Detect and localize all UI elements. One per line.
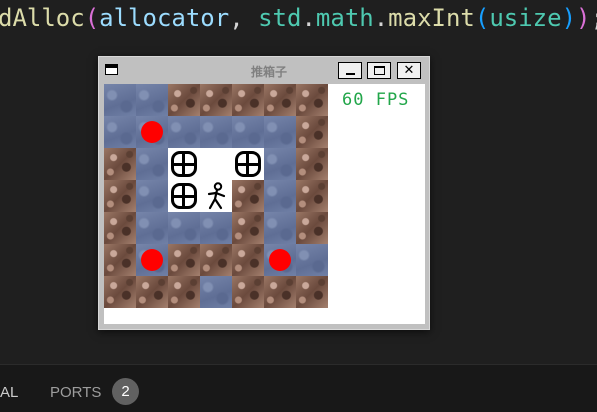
goal-marker-icon [141, 249, 163, 271]
close-button[interactable]: ✕ [397, 62, 421, 79]
code-token: maxInt [388, 4, 475, 32]
wall-tile [296, 148, 328, 180]
floor-tile [264, 180, 296, 212]
box-tile [168, 148, 200, 180]
crate-icon [235, 151, 261, 177]
wall-tile [104, 212, 136, 244]
crate-icon [171, 151, 197, 177]
floor-tile [296, 244, 328, 276]
wall-tile [104, 276, 136, 308]
close-icon: ✕ [403, 63, 415, 78]
ports-count-badge: 2 [112, 378, 139, 405]
floor-tile [136, 212, 168, 244]
wall-tile [232, 84, 264, 116]
code-token: ; [590, 4, 597, 32]
floor-tile [200, 276, 232, 308]
floor-tile [168, 212, 200, 244]
code-token: ( [84, 4, 100, 32]
goal-marker-icon [141, 121, 163, 143]
sokoban-board [104, 84, 329, 308]
floor-tile [104, 84, 136, 116]
wall-tile [104, 244, 136, 276]
wall-tile [264, 276, 296, 308]
box-tile [168, 180, 200, 212]
code-token: math [315, 4, 374, 32]
code-token: allocator [99, 4, 230, 32]
floor-tile [200, 116, 232, 148]
code-token: , [229, 4, 259, 32]
code-token: ( [474, 4, 490, 32]
wall-tile [104, 180, 136, 212]
tab-terminal[interactable]: AL [0, 384, 18, 401]
code-token: std [258, 4, 302, 32]
wall-tile [168, 276, 200, 308]
game-window: 推箱子 ✕ 60 FPS [98, 56, 430, 330]
window-titlebar[interactable]: 推箱子 ✕ [99, 57, 429, 83]
crate-icon [171, 183, 197, 209]
code-token: dAlloc [0, 4, 85, 32]
wall-tile [296, 116, 328, 148]
code-token: usize [489, 4, 562, 32]
wall-tile [200, 84, 232, 116]
wall-tile [232, 180, 264, 212]
floor-tile [104, 116, 136, 148]
floor-tile [136, 148, 168, 180]
goal-tile [136, 116, 168, 148]
wall-tile [136, 276, 168, 308]
maximize-button[interactable] [367, 62, 391, 79]
floor-tile [168, 116, 200, 148]
floor-tile [264, 116, 296, 148]
goal-tile [264, 244, 296, 276]
player-tile [200, 180, 232, 212]
wall-tile [296, 180, 328, 212]
floor-tile [136, 84, 168, 116]
wall-tile [296, 84, 328, 116]
code-token: ) [561, 4, 577, 32]
wall-tile [232, 244, 264, 276]
floor-tile [264, 148, 296, 180]
goal-tile [136, 244, 168, 276]
stick-figure-icon [204, 182, 228, 210]
window-title: 推箱子 [250, 65, 287, 79]
wall-tile [232, 212, 264, 244]
floor-tile [136, 180, 168, 212]
goal-marker-icon [269, 249, 291, 271]
window-menu-icon[interactable] [105, 64, 118, 75]
bottom-panel-tabs: AL PORTS 2 [0, 364, 597, 412]
floor-tile [264, 212, 296, 244]
maximize-icon [374, 66, 385, 75]
code-token: . [301, 4, 316, 32]
code-token: ) [576, 4, 591, 32]
wall-tile [168, 244, 200, 276]
fps-counter: 60 FPS [342, 90, 410, 110]
minimize-button[interactable] [338, 62, 362, 79]
wall-tile [168, 84, 200, 116]
wall-tile [296, 212, 328, 244]
tab-ports[interactable]: PORTS [50, 384, 101, 401]
code-token: . [373, 4, 389, 32]
wall-tile [104, 148, 136, 180]
game-canvas[interactable]: 60 FPS [104, 84, 425, 324]
floor-tile [232, 116, 264, 148]
minimize-icon [346, 73, 355, 75]
code-line[interactable]: dAlloc(allocator, std.math.maxInt(usize)… [0, 4, 597, 32]
floor-tile [200, 212, 232, 244]
wall-tile [200, 244, 232, 276]
wall-tile [232, 276, 264, 308]
wall-tile [296, 276, 328, 308]
wall-tile [264, 84, 296, 116]
box-tile [232, 148, 264, 180]
empty-tile [200, 148, 232, 180]
